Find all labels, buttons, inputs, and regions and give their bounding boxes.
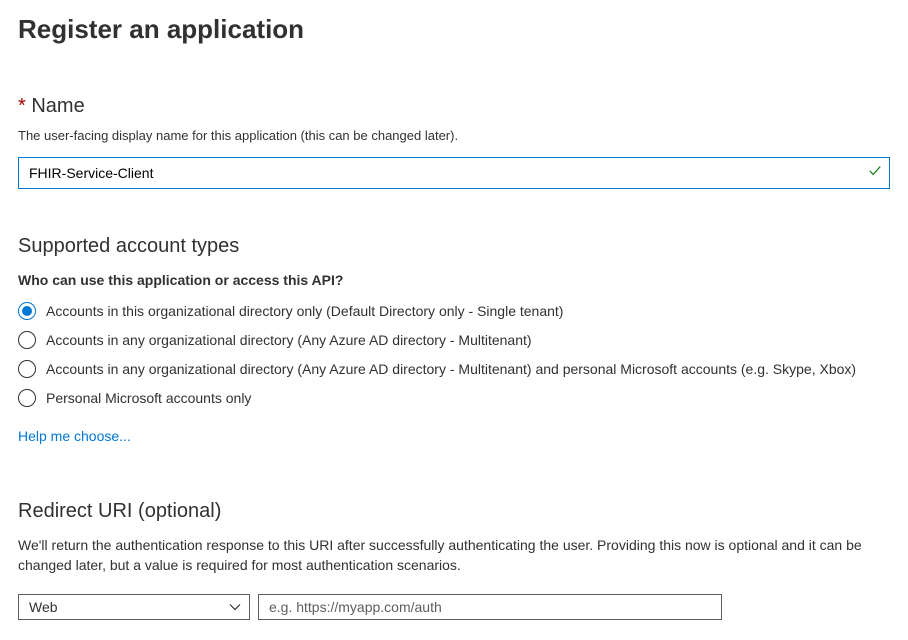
chevron-down-icon: [229, 601, 241, 613]
radio-unselected-icon: [18, 389, 36, 407]
redirect-uri-input[interactable]: [258, 594, 722, 620]
validation-check-icon: [868, 164, 882, 183]
redirect-heading: Redirect URI (optional): [18, 500, 890, 523]
redirect-type-select[interactable]: Web: [18, 594, 250, 620]
radio-selected-icon: [18, 302, 36, 320]
account-type-option[interactable]: Accounts in any organizational directory…: [18, 360, 890, 378]
account-type-option-label: Accounts in any organizational directory…: [46, 332, 532, 348]
account-type-option-label: Personal Microsoft accounts only: [46, 390, 251, 406]
account-type-option[interactable]: Personal Microsoft accounts only: [18, 389, 890, 407]
account-type-option-label: Accounts in this organizational director…: [46, 303, 563, 319]
account-types-question: Who can use this application or access t…: [18, 272, 890, 288]
redirect-type-value: Web: [29, 599, 58, 615]
name-label: * Name: [18, 95, 890, 118]
radio-unselected-icon: [18, 360, 36, 378]
radio-unselected-icon: [18, 331, 36, 349]
app-name-input[interactable]: [18, 157, 890, 189]
account-type-option[interactable]: Accounts in any organizational directory…: [18, 331, 890, 349]
redirect-description: We'll return the authentication response…: [18, 535, 888, 576]
account-types-heading: Supported account types: [18, 235, 890, 258]
account-type-option-label: Accounts in any organizational directory…: [46, 361, 856, 377]
account-type-option[interactable]: Accounts in this organizational director…: [18, 302, 890, 320]
help-me-choose-link[interactable]: Help me choose...: [18, 428, 131, 444]
name-hint: The user-facing display name for this ap…: [18, 128, 890, 143]
page-title: Register an application: [18, 14, 890, 45]
